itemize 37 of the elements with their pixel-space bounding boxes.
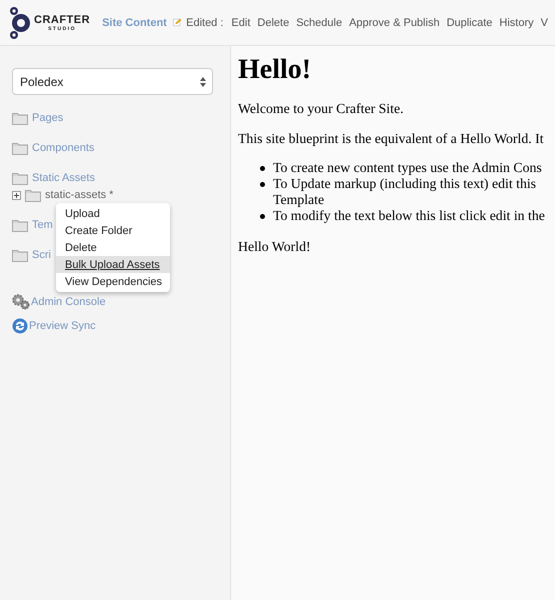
closing-text: Hello World! (238, 238, 312, 255)
toolbar-action-link[interactable]: Duplicate (446, 16, 492, 28)
folder-icon (12, 218, 28, 232)
sync-icon (12, 318, 28, 334)
toolbar-action-link[interactable]: Delete (257, 16, 290, 28)
bullet-dot (260, 182, 265, 187)
toolbar-action-link[interactable]: History (499, 16, 534, 28)
edited-label: Edited : (186, 16, 224, 28)
select-arrows-icon (200, 76, 206, 86)
logo-name: CRAFTER (34, 14, 90, 26)
gears-icon (12, 294, 30, 310)
toolbar-action-link[interactable]: Schedule (296, 16, 342, 28)
tree-folder-item[interactable]: static-assets * (45, 189, 114, 201)
bullet-dot (260, 214, 265, 219)
list-item-text: To modify the text below this list click edit in the (273, 208, 545, 224)
folder-icon (12, 172, 28, 184)
folder-icon (25, 188, 41, 202)
bullet-dot (260, 166, 265, 171)
context-menu-item[interactable]: View Dependencies (56, 273, 170, 290)
context-menu-item[interactable]: Bulk Upload Assets (56, 256, 170, 273)
context-menu-item[interactable]: Create Folder (56, 222, 170, 239)
page-paragraph: This site blueprint is the equivalent of a Hello World. It (238, 130, 545, 147)
context-menu-item[interactable]: Delete (56, 239, 170, 256)
folder-icon (12, 248, 28, 262)
context-menu-item[interactable]: Upload (56, 205, 170, 222)
folder-icon (12, 142, 28, 154)
gear-logo-icon (7, 6, 33, 40)
expand-toggle-icon[interactable] (12, 190, 21, 200)
list-item-text: To Update markup (including this text) edit this Template (273, 176, 536, 208)
toolbar-action-link[interactable]: Edit (231, 16, 250, 28)
list-item-text: To create new content types use the Admin Cons (273, 160, 542, 176)
page-paragraph: Welcome to your Crafter Site. (238, 100, 405, 117)
toolbar-action-link[interactable]: V (540, 16, 548, 28)
page-heading: Hello! (238, 54, 312, 86)
folder-icon (12, 112, 28, 124)
toolbar-action-link[interactable]: Approve & Publish (349, 16, 440, 28)
site-select[interactable]: Poledex (12, 68, 213, 95)
